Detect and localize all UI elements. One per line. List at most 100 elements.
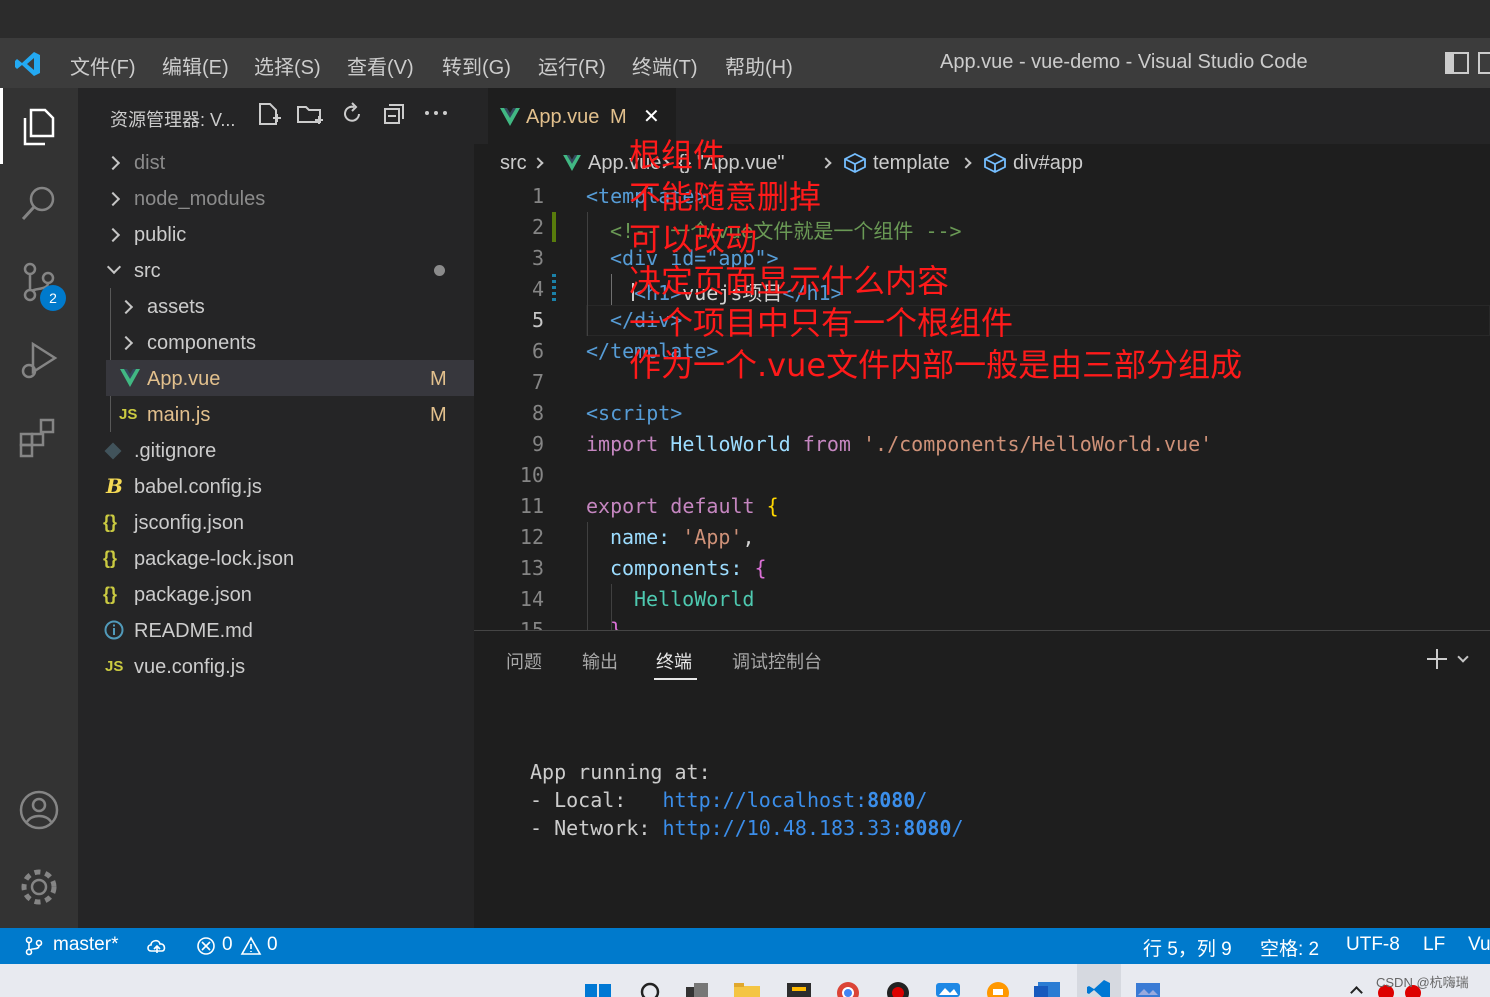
terminal-link-local[interactable]: http://localhost:8080/ <box>662 788 927 812</box>
code-line-8[interactable]: <script> <box>586 401 682 425</box>
tree-item-gitignore[interactable]: .gitignore <box>134 440 216 463</box>
taskbar-search-icon[interactable] <box>637 978 663 997</box>
terminal-label: - Network: <box>530 816 663 840</box>
status-language[interactable]: Vu <box>1468 934 1490 956</box>
toggle-panel-icon[interactable] <box>1478 52 1490 74</box>
new-folder-icon[interactable] <box>296 102 324 128</box>
line-number: 5 <box>531 308 544 332</box>
tree-item-package-json[interactable]: package.json <box>134 584 252 607</box>
word-icon[interactable] <box>1034 978 1060 997</box>
indent-guide <box>611 274 612 305</box>
status-branch[interactable]: master* <box>53 934 118 956</box>
chevron-right-icon <box>820 157 832 169</box>
breadcrumb-src[interactable]: src <box>500 152 527 175</box>
warning-icon[interactable] <box>240 936 262 956</box>
chevron-right-icon[interactable] <box>105 155 121 171</box>
image-viewer-icon[interactable] <box>1135 978 1161 997</box>
run-debug-icon[interactable] <box>17 338 61 382</box>
link-slash: / <box>951 816 964 840</box>
accounts-icon[interactable] <box>17 788 61 832</box>
windows-start-icon[interactable] <box>585 978 611 997</box>
file-explorer-icon[interactable] <box>734 978 760 997</box>
chevron-right-icon <box>532 157 544 169</box>
tree-item-assets[interactable]: assets <box>147 296 205 319</box>
code-line-13[interactable]: components: { <box>610 556 767 580</box>
new-file-icon[interactable] <box>256 102 282 128</box>
menu-edit[interactable]: 编辑(E) <box>162 51 229 80</box>
tab-close-button[interactable]: ✕ <box>643 104 660 129</box>
breadcrumb-div-app[interactable]: div#app <box>1013 152 1083 175</box>
search-icon[interactable] <box>17 182 61 226</box>
terminal-line-1: App running at: <box>530 760 711 784</box>
code-keyword: export default <box>586 494 755 518</box>
panel-tab-terminal[interactable]: 终端 <box>656 648 692 674</box>
menu-file[interactable]: 文件(F) <box>70 51 136 80</box>
link-url: http://localhost: <box>662 788 868 812</box>
tree-item-components[interactable]: components <box>147 332 256 355</box>
git-branch-icon <box>25 936 43 956</box>
app-orange-icon[interactable] <box>985 978 1011 997</box>
tree-item-jsconfig[interactable]: jsconfig.json <box>134 512 244 535</box>
code-line-9[interactable]: import HelloWorld from './components/Hel… <box>586 432 1212 456</box>
modified-dot <box>434 265 445 276</box>
photos-icon[interactable] <box>935 978 961 997</box>
code-line-14[interactable]: HelloWorld <box>634 587 754 611</box>
menu-go[interactable]: 转到(G) <box>442 51 511 80</box>
manage-gear-icon[interactable] <box>17 865 61 909</box>
menu-help[interactable]: 帮助(H) <box>725 51 793 80</box>
chevron-right-icon[interactable] <box>118 299 134 315</box>
code-line-12[interactable]: name: 'App', <box>610 525 755 549</box>
sync-cloud-icon[interactable] <box>146 937 168 955</box>
extensions-icon[interactable] <box>17 416 61 460</box>
panel-tab-problems[interactable]: 问题 <box>506 648 542 674</box>
status-warnings[interactable]: 0 <box>267 934 278 956</box>
more-actions-icon[interactable] <box>424 108 448 118</box>
menu-view[interactable]: 查看(V) <box>347 51 414 80</box>
annotation-3: 可以改动 <box>629 220 758 258</box>
status-errors[interactable]: 0 <box>222 934 233 956</box>
task-view-icon[interactable] <box>684 978 710 997</box>
menu-selection[interactable]: 选择(S) <box>254 51 321 80</box>
chevron-down-icon[interactable] <box>106 259 122 275</box>
tree-item-public[interactable]: public <box>134 224 186 247</box>
chevron-right-icon[interactable] <box>118 335 134 351</box>
panel-tab-output[interactable]: 输出 <box>582 648 618 674</box>
status-eol[interactable]: LF <box>1423 934 1445 956</box>
refresh-icon[interactable] <box>340 102 364 126</box>
error-icon[interactable] <box>196 936 216 956</box>
menu-terminal[interactable]: 终端(T) <box>632 51 698 80</box>
code-line-11[interactable]: export default { <box>586 494 779 518</box>
chevron-up-icon[interactable] <box>1350 986 1363 997</box>
chevron-right-icon[interactable] <box>105 191 121 207</box>
status-encoding[interactable]: UTF-8 <box>1346 934 1400 956</box>
tree-item-babel-config[interactable]: babel.config.js <box>134 476 262 499</box>
status-cursor-position[interactable]: 行 5，列 9 <box>1143 934 1232 961</box>
babel-file-icon: B <box>106 474 123 498</box>
terminal-link-network[interactable]: http://10.48.183.33:8080/ <box>662 816 963 840</box>
new-terminal-plus-icon[interactable] <box>1425 647 1449 671</box>
terminal-line-network: - Network: http://10.48.183.33:8080/ <box>530 816 964 840</box>
tree-item-app-vue[interactable]: App.vue <box>147 368 220 391</box>
tree-item-readme[interactable]: README.md <box>134 620 253 643</box>
status-indentation[interactable]: 空格: 2 <box>1260 934 1319 961</box>
menu-run[interactable]: 运行(R) <box>538 51 606 80</box>
tree-item-src[interactable]: src <box>134 260 161 283</box>
recorder-icon[interactable] <box>885 978 911 997</box>
vscode-taskbar-icon[interactable] <box>1086 978 1112 997</box>
code-line-15[interactable]: } <box>610 618 622 630</box>
tree-item-vue-config[interactable]: vue.config.js <box>134 656 245 679</box>
scm-badge: 2 <box>40 285 66 311</box>
panel-tab-debug-console[interactable]: 调试控制台 <box>732 648 822 674</box>
collapse-all-icon[interactable] <box>382 102 406 126</box>
app-icon[interactable] <box>786 978 812 997</box>
tree-item-dist[interactable]: dist <box>134 152 165 175</box>
code-string: 'App' <box>682 525 743 549</box>
breadcrumb-template[interactable]: template <box>873 152 950 175</box>
chrome-icon[interactable] <box>835 978 861 997</box>
chevron-right-icon[interactable] <box>105 227 121 243</box>
toggle-sidebar-icon[interactable] <box>1445 52 1469 74</box>
tree-item-main-js[interactable]: main.js <box>147 404 210 427</box>
tree-item-package-lock[interactable]: package-lock.json <box>134 548 294 571</box>
tree-item-node-modules[interactable]: node_modules <box>134 188 265 211</box>
explorer-icon[interactable] <box>17 104 61 148</box>
